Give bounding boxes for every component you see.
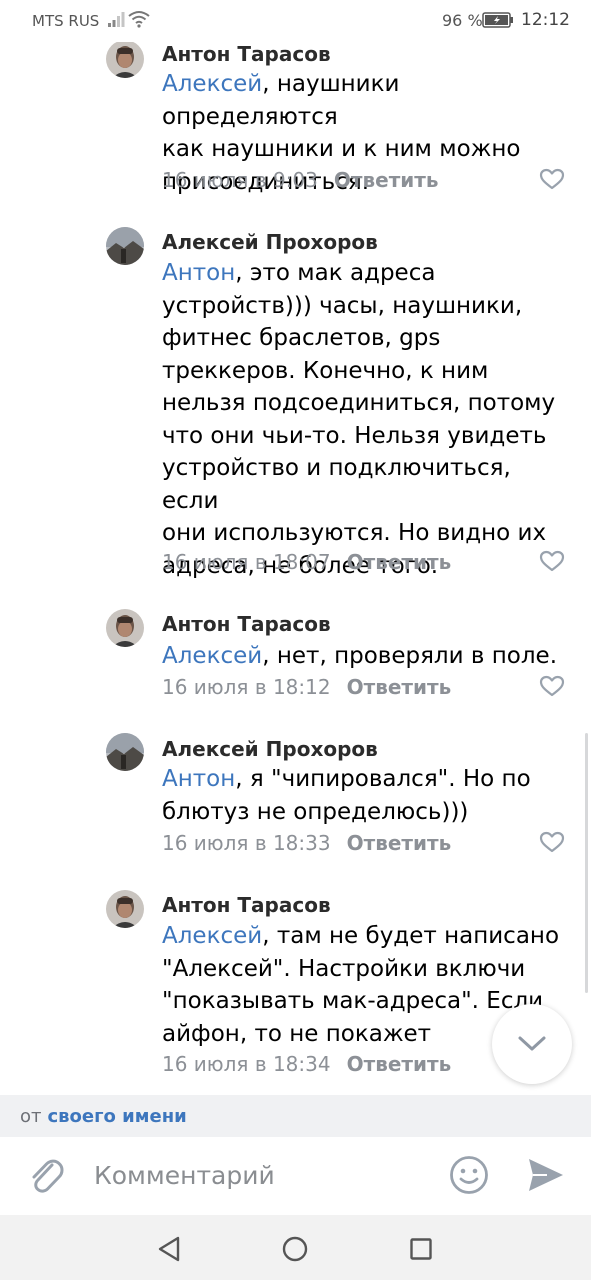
comment-author[interactable]: Алексей Прохоров xyxy=(162,737,378,761)
battery-percent: 96 % xyxy=(442,11,483,30)
comment-input[interactable] xyxy=(94,1153,434,1197)
comment-date: 16 июля в 18:12 xyxy=(162,675,331,699)
chevron-down-icon xyxy=(518,1036,546,1051)
comment-date: 16 июля в 9:03 xyxy=(162,168,318,192)
comment-author[interactable]: Антон Тарасов xyxy=(162,612,331,636)
mention-link[interactable]: Антон xyxy=(162,260,235,286)
post-as-link[interactable]: своего имени xyxy=(48,1106,187,1127)
heart-icon[interactable] xyxy=(539,550,565,572)
comment-author[interactable]: Антон Тарасов xyxy=(162,42,331,66)
send-icon[interactable] xyxy=(527,1157,565,1193)
avatar-anton[interactable] xyxy=(106,609,144,647)
comment-date: 16 июля в 18:07 xyxy=(162,550,331,574)
avatar-anton[interactable] xyxy=(106,40,144,78)
comment-date: 16 июля в 18:34 xyxy=(162,1052,331,1076)
battery-icon xyxy=(482,12,513,28)
paperclip-icon[interactable] xyxy=(28,1156,64,1196)
comment-meta: 16 июля в 18:07 Ответить xyxy=(162,550,451,574)
scrollbar[interactable] xyxy=(585,733,588,993)
mention-link[interactable]: Антон xyxy=(162,766,235,792)
reply-button[interactable]: Ответить xyxy=(347,1052,452,1076)
system-nav-bar xyxy=(0,1215,591,1280)
mention-link[interactable]: Алексей xyxy=(162,643,262,669)
status-time: 12:12 xyxy=(521,10,570,30)
post-as-prefix: от xyxy=(20,1106,42,1127)
avatar-alexey[interactable] xyxy=(106,733,144,771)
mention-link[interactable]: Алексей xyxy=(162,923,262,949)
square-recent-icon[interactable] xyxy=(410,1238,432,1260)
heart-icon[interactable] xyxy=(539,675,565,697)
comment-meta: 16 июля в 18:12 Ответить xyxy=(162,675,451,699)
scroll-down-button[interactable] xyxy=(492,1004,572,1084)
circle-home-icon[interactable] xyxy=(282,1236,308,1262)
wifi-icon xyxy=(128,11,150,28)
smiley-icon[interactable] xyxy=(449,1155,489,1195)
comment-meta: 16 июля в 18:34 Ответить xyxy=(162,1052,451,1076)
post-as-bar: от своего имени xyxy=(0,1095,591,1137)
comment-composer xyxy=(0,1137,591,1215)
comment-meta: 16 июля в 18:33 Ответить xyxy=(162,831,451,855)
reply-button[interactable]: Ответить xyxy=(347,550,452,574)
reply-button[interactable]: Ответить xyxy=(347,675,452,699)
comment-text: Антон, я "чипировался". Но по блютуз не о… xyxy=(162,766,531,825)
comment-author[interactable]: Антон Тарасов xyxy=(162,893,331,917)
comment-text: Алексей, нет, проверяли в поле. xyxy=(162,643,558,669)
avatar-alexey[interactable] xyxy=(106,227,144,265)
status-bar: MTS RUS 96 % 12:12 xyxy=(0,0,591,42)
mention-link[interactable]: Алексей xyxy=(162,71,262,97)
signal-icon xyxy=(108,12,125,27)
comment-meta: 16 июля в 9:03 Ответить xyxy=(162,168,439,192)
heart-icon[interactable] xyxy=(539,831,565,853)
comment-text: Антон, это мак адреса устройств))) часы, … xyxy=(162,260,556,579)
reply-button[interactable]: Ответить xyxy=(334,168,439,192)
carrier-label: MTS RUS xyxy=(32,12,100,30)
comments-list: Антон Тарасов Алексей, наушники определя… xyxy=(0,0,591,1095)
triangle-back-icon[interactable] xyxy=(157,1236,181,1262)
comment-author[interactable]: Алексей Прохоров xyxy=(162,230,378,254)
reply-button[interactable]: Ответить xyxy=(347,831,452,855)
comment-date: 16 июля в 18:33 xyxy=(162,831,331,855)
heart-icon[interactable] xyxy=(539,168,565,190)
avatar-anton[interactable] xyxy=(106,890,144,928)
